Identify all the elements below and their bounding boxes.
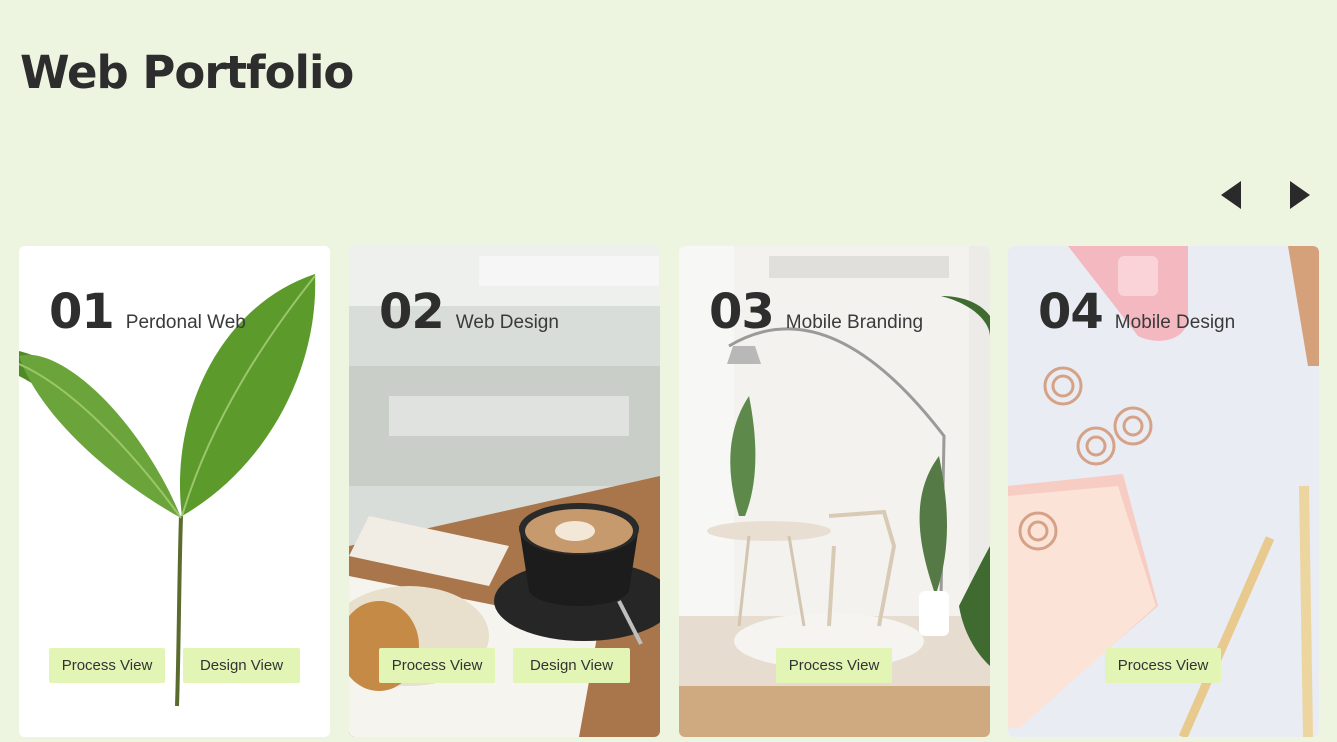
card-title: Mobile Branding xyxy=(785,312,924,333)
portfolio-page: Web Portfolio 01 Perdonal Web Process Vi… xyxy=(0,0,1337,742)
card-heading: 02 Web Design xyxy=(379,284,559,340)
card-number: 03 xyxy=(709,284,775,340)
page-title: Web Portfolio xyxy=(20,46,354,99)
design-view-button[interactable]: Design View xyxy=(183,648,300,683)
portfolio-card[interactable]: 02 Web Design Process View Design View xyxy=(349,246,660,737)
card-title: Perdonal Web xyxy=(125,312,246,333)
card-title: Web Design xyxy=(455,312,559,333)
portfolio-card[interactable]: 03 Mobile Branding Process View xyxy=(679,246,990,737)
card-heading: 01 Perdonal Web xyxy=(49,284,246,340)
process-view-button[interactable]: Process View xyxy=(776,648,892,683)
portfolio-card[interactable]: 04 Mobile Design Process View xyxy=(1008,246,1319,737)
triangle-right-icon xyxy=(1290,181,1310,209)
carousel-prev-button[interactable] xyxy=(1219,180,1245,210)
portfolio-card[interactable]: 01 Perdonal Web Process View Design View xyxy=(19,246,330,737)
design-view-button[interactable]: Design View xyxy=(513,648,630,683)
card-number: 02 xyxy=(379,284,445,340)
card-number: 01 xyxy=(49,284,115,340)
process-view-button[interactable]: Process View xyxy=(379,648,495,683)
card-heading: 03 Mobile Branding xyxy=(709,284,923,340)
triangle-left-icon xyxy=(1221,181,1241,209)
carousel-next-button[interactable] xyxy=(1286,180,1312,210)
card-number: 04 xyxy=(1038,284,1104,340)
card-title: Mobile Design xyxy=(1114,312,1236,333)
process-view-button[interactable]: Process View xyxy=(1105,648,1221,683)
card-heading: 04 Mobile Design xyxy=(1038,284,1235,340)
process-view-button[interactable]: Process View xyxy=(49,648,165,683)
